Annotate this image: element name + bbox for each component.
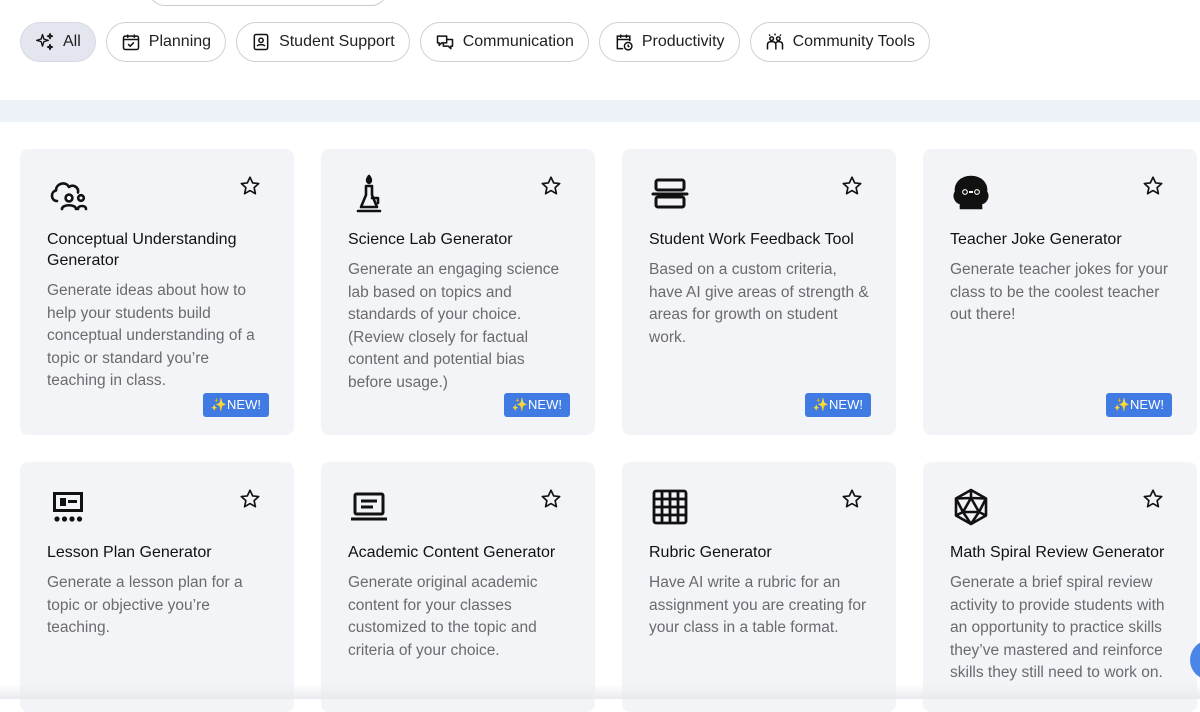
filter-communication[interactable]: Communication (419, 22, 589, 62)
filter-label: Communication (462, 33, 574, 50)
tool-description: Generate a lesson plan for a topic or ob… (47, 574, 243, 636)
category-filters: All Planning Student Support Communicati… (20, 22, 930, 62)
tool-description: Based on a custom criteria, have AI give… (649, 261, 869, 346)
presentation-icon (47, 486, 89, 528)
tool-description: Generate an engaging science lab based o… (348, 261, 560, 391)
tool-description: Generate teacher jokes for your class to… (950, 261, 1168, 323)
filter-label: All (63, 33, 81, 50)
favorite-star-icon[interactable] (1142, 488, 1164, 510)
laptop-icon (348, 486, 390, 528)
tool-title: Academic Content Generator (348, 544, 556, 561)
filter-community-tools[interactable]: Community Tools (749, 22, 930, 62)
favorite-star-icon[interactable] (841, 488, 863, 510)
community-icon (765, 32, 785, 52)
tool-description: Generate a brief spiral review activity … (950, 574, 1165, 681)
tool-description: Generate ideas about how to help your st… (47, 282, 255, 389)
tool-title: Conceptual Understanding Generator (47, 231, 237, 269)
stacked-boxes-icon (649, 173, 691, 215)
filter-label: Planning (148, 33, 212, 50)
polyhedron-icon (950, 486, 992, 528)
filter-label: Student Support (279, 33, 395, 50)
new-badge: ✨NEW! (804, 393, 871, 417)
scroll-fade (0, 684, 1200, 699)
favorite-star-icon[interactable] (239, 488, 261, 510)
tool-title: Student Work Feedback Tool (649, 231, 854, 248)
tool-card-math-spiral-review[interactable]: Math Spiral Review Generator Generate a … (923, 462, 1197, 712)
filter-all[interactable]: All (20, 22, 96, 62)
student-card-icon (251, 32, 271, 52)
sparkles-icon (35, 32, 55, 52)
filter-planning[interactable]: Planning (105, 22, 227, 62)
tool-title: Math Spiral Review Generator (950, 544, 1165, 561)
tool-card-science-lab[interactable]: Science Lab Generator Generate an engagi… (321, 149, 595, 435)
filter-label: Productivity (641, 33, 725, 50)
section-divider (0, 100, 1200, 122)
filter-student-support[interactable]: Student Support (236, 22, 410, 62)
search-input[interactable] (148, 0, 388, 6)
tool-title: Rubric Generator (649, 544, 772, 561)
tool-card-lesson-plan[interactable]: Lesson Plan Generator Generate a lesson … (20, 462, 294, 712)
tool-description: Generate original academic content for y… (348, 574, 538, 659)
new-badge: ✨NEW! (1105, 393, 1172, 417)
tool-card-teacher-joke[interactable]: Teacher Joke Generator Generate teacher … (923, 149, 1197, 435)
tool-title: Science Lab Generator (348, 231, 513, 248)
new-badge: ✨NEW! (503, 393, 570, 417)
bunsen-burner-icon (348, 173, 390, 215)
calendar-check-icon (121, 32, 141, 52)
cloud-people-icon (47, 173, 89, 215)
grid-table-icon (649, 486, 691, 528)
filter-label: Community Tools (792, 33, 915, 50)
favorite-star-icon[interactable] (239, 175, 261, 197)
filter-productivity[interactable]: Productivity (598, 22, 740, 62)
calendar-clock-icon (614, 32, 634, 52)
favorite-star-icon[interactable] (1142, 175, 1164, 197)
new-badge: ✨NEW! (202, 393, 269, 417)
favorite-star-icon[interactable] (540, 488, 562, 510)
chat-bubbles-icon (435, 32, 455, 52)
tool-card-rubric[interactable]: Rubric Generator Have AI write a rubric … (622, 462, 896, 712)
favorite-star-icon[interactable] (540, 175, 562, 197)
tool-title: Teacher Joke Generator (950, 231, 1122, 248)
tool-card-academic-content[interactable]: Academic Content Generator Generate orig… (321, 462, 595, 712)
tool-grid: Conceptual Understanding Generator Gener… (20, 149, 1200, 712)
tool-description: Have AI write a rubric for an assignment… (649, 574, 867, 636)
tool-card-student-work-feedback[interactable]: Student Work Feedback Tool Based on a cu… (622, 149, 896, 435)
tool-title: Lesson Plan Generator (47, 544, 212, 561)
tool-card-conceptual-understanding[interactable]: Conceptual Understanding Generator Gener… (20, 149, 294, 435)
favorite-star-icon[interactable] (841, 175, 863, 197)
joke-face-icon (950, 173, 992, 215)
